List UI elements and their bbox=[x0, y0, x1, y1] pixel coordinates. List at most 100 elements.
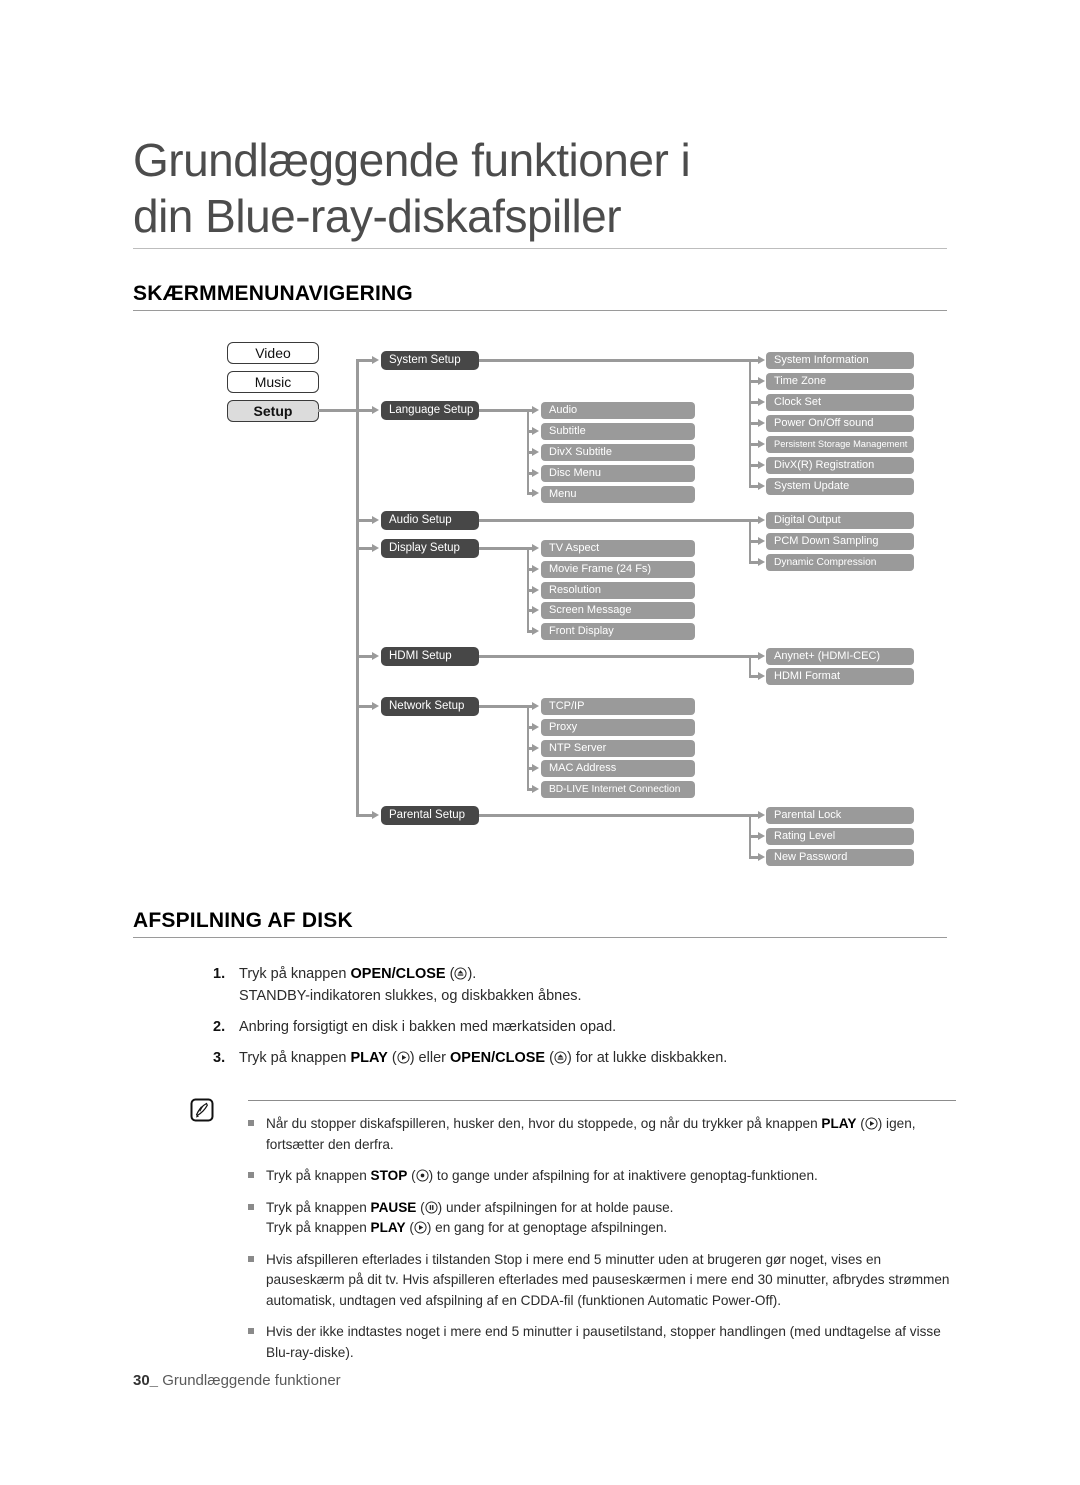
arrow-to-mac-address bbox=[532, 763, 539, 772]
menu-node-mac-address[interactable]: MAC Address bbox=[541, 760, 695, 777]
menu-node-tv-aspect[interactable]: TV Aspect bbox=[541, 540, 695, 557]
step-number-2: 2. bbox=[213, 1019, 226, 1035]
menu-node-rating-level[interactable]: Rating Level bbox=[766, 828, 914, 845]
menu-node-bd-live-internet-connection[interactable]: BD-LIVE Internet Connection bbox=[541, 781, 695, 798]
note-item-list: Når du stopper diskafspilleren, husker d… bbox=[248, 1114, 956, 1374]
arrow-to-proxy bbox=[532, 722, 539, 731]
connector-network-to-children bbox=[479, 705, 529, 708]
arrow-to-persistent-storage-management bbox=[758, 439, 765, 448]
arrow-to-system-information bbox=[758, 355, 765, 364]
note-0-button-label: PLAY bbox=[821, 1116, 857, 1131]
menu-node-divx-subtitle[interactable]: DivX Subtitle bbox=[541, 444, 695, 461]
play-icon bbox=[397, 1051, 410, 1064]
menu-node-system-information[interactable]: System Information bbox=[766, 352, 914, 369]
note-item: Når du stopper diskafspilleren, husker d… bbox=[248, 1114, 956, 1155]
menu-node-clock-set[interactable]: Clock Set bbox=[766, 394, 914, 411]
connector-system-to-right bbox=[479, 359, 751, 362]
connector-language-to-children bbox=[479, 409, 529, 412]
connector-parental-to-right bbox=[479, 814, 751, 817]
note-1-button-label: STOP bbox=[370, 1168, 408, 1183]
step-item-2: 2. Anbring forsigtigt en disk i bakken m… bbox=[213, 1016, 953, 1038]
menu-node-parental-setup[interactable]: Parental Setup bbox=[381, 806, 479, 825]
page-footer: 30_ Grundlæggende funktioner bbox=[133, 1372, 341, 1389]
menu-node-network-setup[interactable]: Network Setup bbox=[381, 697, 479, 716]
arrow-to-front-display bbox=[532, 626, 539, 635]
menu-node-anynet-hdmi-cec[interactable]: Anynet+ (HDMI-CEC) bbox=[766, 648, 914, 665]
step-number-3: 3. bbox=[213, 1050, 226, 1066]
arrow-to-subtitle bbox=[532, 426, 539, 435]
menu-node-persistent-storage-management[interactable]: Persistent Storage Management bbox=[766, 436, 914, 453]
menu-node-front-display[interactable]: Front Display bbox=[541, 623, 695, 640]
connector-hdmi-to-right bbox=[479, 655, 751, 658]
step-3-post: ) for at lukke diskbakken. bbox=[566, 1050, 728, 1066]
menu-node-hdmi-format[interactable]: HDMI Format bbox=[766, 668, 914, 685]
arrow-to-divx-registration bbox=[758, 460, 765, 469]
manual-page: Grundlæggende funktioner i din Blue-ray-… bbox=[0, 0, 1080, 1485]
menu-node-subtitle[interactable]: Subtitle bbox=[541, 423, 695, 440]
menu-node-power-on-off-sound[interactable]: Power On/Off sound bbox=[766, 415, 914, 432]
arrow-to-audio-setup bbox=[372, 515, 379, 524]
menu-node-screen-message[interactable]: Screen Message bbox=[541, 602, 695, 619]
connector-audio-to-right bbox=[479, 519, 751, 522]
section-divider-disc-playback bbox=[133, 937, 947, 938]
menu-node-divx-registration[interactable]: DivX(R) Registration bbox=[766, 457, 914, 474]
menu-node-disc-menu[interactable]: Disc Menu bbox=[541, 465, 695, 482]
arrow-to-tcp-ip bbox=[532, 701, 539, 710]
page-number: 30_ bbox=[133, 1372, 159, 1389]
menu-node-movie-frame[interactable]: Movie Frame (24 Fs) bbox=[541, 561, 695, 578]
step-item-3: 3. Tryk på knappen PLAY () eller OPEN/CL… bbox=[213, 1047, 953, 1069]
step-item-1: 1. Tryk på knappen OPEN/CLOSE (). STANDBY… bbox=[213, 963, 953, 1007]
arrow-to-audio bbox=[532, 405, 539, 414]
menu-node-system-update[interactable]: System Update bbox=[766, 478, 914, 495]
menu-node-digital-output[interactable]: Digital Output bbox=[766, 512, 914, 529]
bullet-marker bbox=[248, 1120, 254, 1126]
source-item-setup[interactable]: Setup bbox=[227, 400, 319, 422]
menu-node-tcp-ip[interactable]: TCP/IP bbox=[541, 698, 695, 715]
source-item-video[interactable]: Video bbox=[227, 342, 319, 364]
note-item: Tryk på knappen PAUSE () under afspilnin… bbox=[248, 1198, 956, 1239]
note-divider bbox=[248, 1100, 956, 1101]
arrow-to-language-setup bbox=[372, 405, 379, 414]
menu-node-audio-setup[interactable]: Audio Setup bbox=[381, 511, 479, 530]
step-3-play-label: PLAY bbox=[350, 1050, 388, 1066]
pause-icon bbox=[425, 1200, 438, 1214]
arrow-to-anynet bbox=[758, 651, 765, 660]
step-3-pre: Tryk på knappen bbox=[239, 1050, 351, 1066]
menu-node-dynamic-compression[interactable]: Dynamic Compression bbox=[766, 554, 914, 571]
section-heading-disc-playback: AFSPILNING AF DISK bbox=[133, 909, 353, 932]
arrow-to-resolution bbox=[532, 585, 539, 594]
source-item-music[interactable]: Music bbox=[227, 371, 319, 393]
menu-node-language-setup[interactable]: Language Setup bbox=[381, 401, 479, 420]
menu-node-parental-lock[interactable]: Parental Lock bbox=[766, 807, 914, 824]
step-1-button-label: OPEN/CLOSE bbox=[350, 966, 446, 982]
arrow-to-new-password bbox=[758, 852, 765, 861]
menu-node-audio[interactable]: Audio bbox=[541, 402, 695, 419]
step-text-1: Tryk på knappen OPEN/CLOSE (). STANDBY-in… bbox=[239, 966, 582, 1004]
step-3-mid: ) eller bbox=[409, 1050, 450, 1066]
menu-node-hdmi-setup[interactable]: HDMI Setup bbox=[381, 647, 479, 666]
arrow-to-parental-lock bbox=[758, 810, 765, 819]
menu-node-resolution[interactable]: Resolution bbox=[541, 582, 695, 599]
menu-node-system-setup[interactable]: System Setup bbox=[381, 351, 479, 370]
menu-node-menu[interactable]: Menu bbox=[541, 486, 695, 503]
note-2-post: ) under afspilningen for at holde pause. bbox=[437, 1199, 674, 1215]
note-item: Hvis der ikke indtastes noget i mere end… bbox=[248, 1322, 956, 1363]
bullet-marker bbox=[248, 1172, 254, 1178]
step-text-3: Tryk på knappen PLAY () eller OPEN/CLOSE… bbox=[239, 1050, 728, 1066]
arrow-to-time-zone bbox=[758, 376, 765, 385]
arrow-to-movie-frame bbox=[532, 564, 539, 573]
menu-node-proxy[interactable]: Proxy bbox=[541, 719, 695, 736]
note-item: Tryk på knappen STOP () to gange under a… bbox=[248, 1166, 956, 1187]
note-text: Tryk på knappen STOP () to gange under a… bbox=[266, 1168, 818, 1183]
arrow-to-rating-level bbox=[758, 831, 765, 840]
arrow-to-hdmi-setup bbox=[372, 651, 379, 660]
connector-trunk-vertical bbox=[356, 359, 359, 817]
note-item: Hvis afspilleren efterlades i tilstanden… bbox=[248, 1250, 956, 1312]
step-1-post: ). bbox=[467, 966, 477, 982]
menu-node-pcm-down-sampling[interactable]: PCM Down Sampling bbox=[766, 533, 914, 550]
menu-node-new-password[interactable]: New Password bbox=[766, 849, 914, 866]
menu-node-display-setup[interactable]: Display Setup bbox=[381, 539, 479, 558]
menu-node-ntp-server[interactable]: NTP Server bbox=[541, 740, 695, 757]
bullet-marker bbox=[248, 1328, 254, 1334]
menu-node-time-zone[interactable]: Time Zone bbox=[766, 373, 914, 390]
